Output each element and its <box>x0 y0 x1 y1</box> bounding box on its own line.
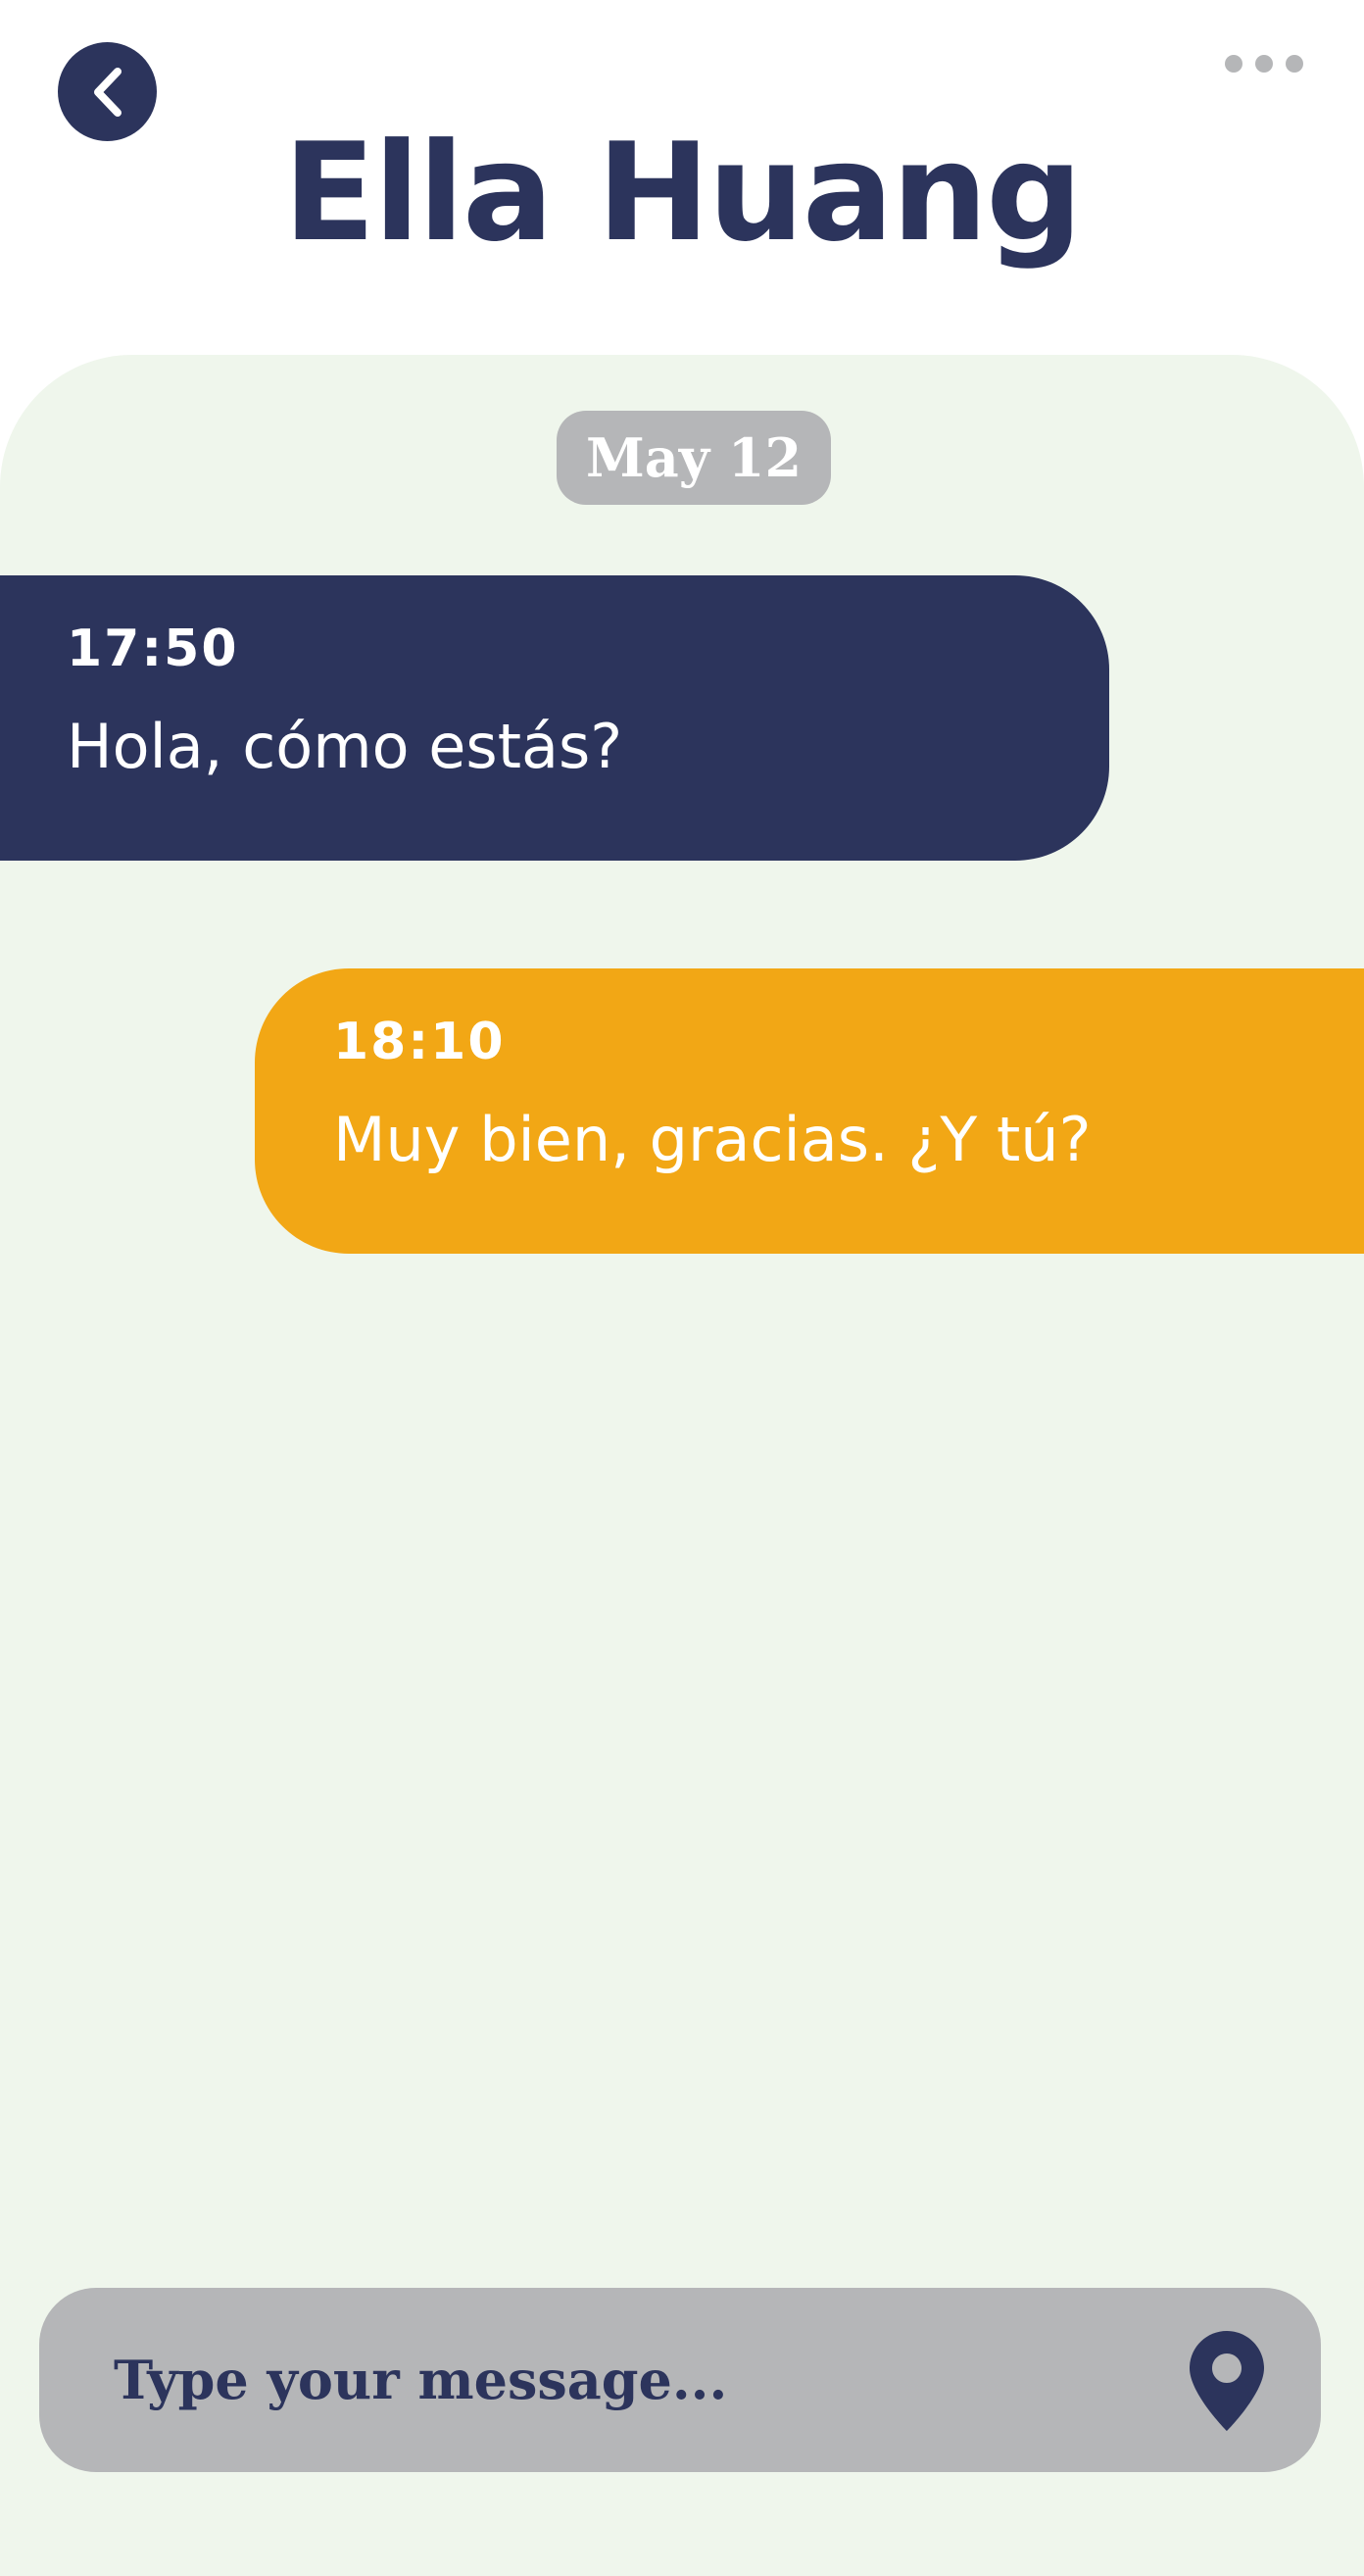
more-options-button[interactable] <box>1225 49 1303 78</box>
message-bubble-received[interactable]: 17:50 Hola, cómo estás? <box>0 575 1109 861</box>
share-location-button[interactable] <box>1188 2329 1266 2433</box>
more-dot-icon <box>1255 55 1273 73</box>
message-bubble-sent[interactable]: 18:10 Muy bien, gracias. ¿Y tú? <box>255 968 1364 1254</box>
message-text: Hola, cómo estás? <box>67 711 623 782</box>
message-composer <box>39 2288 1321 2472</box>
map-pin-icon <box>1190 2331 1264 2431</box>
date-separator: May 12 <box>557 411 831 505</box>
message-timestamp: 17:50 <box>67 619 239 678</box>
chat-screen: Ella Huang May 12 17:50 Hola, cómo estás… <box>0 0 1364 2576</box>
message-timestamp: 18:10 <box>333 1013 506 1071</box>
message-text: Muy bien, gracias. ¿Y tú? <box>333 1104 1092 1175</box>
more-dot-icon <box>1225 55 1242 73</box>
more-dot-icon <box>1286 55 1303 73</box>
message-input[interactable] <box>114 2288 1113 2472</box>
contact-name-title: Ella Huang <box>283 114 1083 272</box>
